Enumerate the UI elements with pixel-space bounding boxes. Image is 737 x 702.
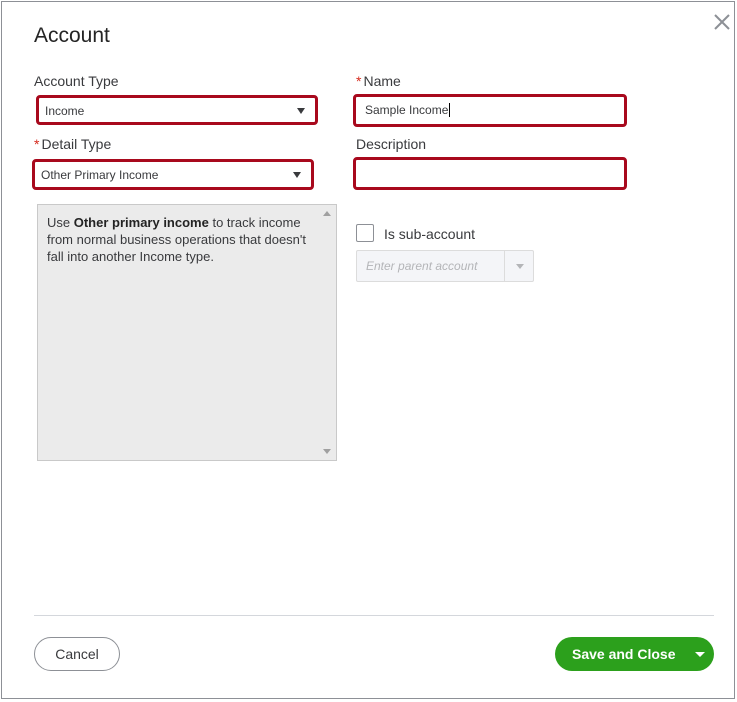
- required-marker: *: [34, 136, 40, 152]
- parent-account-select[interactable]: Enter parent account: [356, 250, 534, 282]
- account-type-select[interactable]: Income: [36, 95, 318, 125]
- sub-account-checkbox[interactable]: [356, 224, 374, 242]
- sub-account-label: Is sub-account: [384, 226, 476, 242]
- name-value: Sample Income: [365, 103, 449, 117]
- close-icon[interactable]: [710, 10, 734, 34]
- detail-type-help-text: Use Other primary income to track income…: [47, 215, 307, 264]
- chevron-down-icon: [695, 652, 705, 657]
- footer-divider: [34, 615, 714, 616]
- parent-account-placeholder: Enter parent account: [366, 259, 478, 273]
- scroll-down-icon[interactable]: [323, 449, 331, 454]
- dialog-title: Account: [34, 24, 110, 47]
- cancel-button[interactable]: Cancel: [34, 637, 120, 671]
- save-and-close-button[interactable]: Save and Close: [555, 637, 714, 671]
- description-label: Description: [356, 136, 427, 152]
- detail-type-label: * Detail Type: [34, 136, 112, 152]
- save-and-close-label: Save and Close: [572, 646, 676, 662]
- account-type-value: Income: [45, 104, 85, 118]
- chevron-down-icon: [297, 108, 305, 114]
- name-label: * Name: [356, 73, 401, 89]
- required-marker: *: [356, 73, 362, 89]
- detail-type-description-box[interactable]: Use Other primary income to track income…: [37, 204, 337, 461]
- account-type-label: Account Type: [34, 73, 119, 89]
- select-divider: [504, 251, 505, 281]
- name-input[interactable]: Sample Income: [353, 94, 627, 127]
- text-cursor: [449, 103, 451, 117]
- description-input[interactable]: [353, 157, 627, 190]
- save-options-dropdown[interactable]: [684, 637, 714, 671]
- detail-type-select[interactable]: Other Primary Income: [32, 159, 314, 190]
- chevron-down-icon: [293, 172, 301, 178]
- account-dialog: Account Account Type Income * Name Sample…: [1, 1, 735, 699]
- detail-type-value: Other Primary Income: [41, 168, 159, 182]
- scroll-up-icon[interactable]: [323, 211, 331, 216]
- chevron-down-icon[interactable]: [516, 264, 524, 269]
